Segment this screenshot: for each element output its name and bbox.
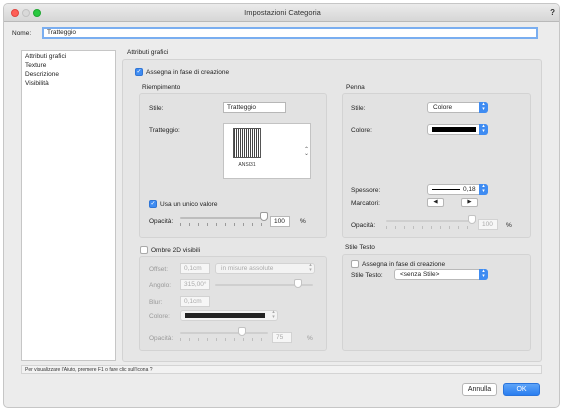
pen-color-label: Colore: bbox=[351, 127, 372, 134]
markers-label: Marcatori: bbox=[351, 200, 380, 207]
sidebar-item-texture[interactable]: Texture bbox=[25, 62, 46, 69]
text-style-assign-label: Assegna in fase di creazione bbox=[362, 261, 446, 268]
text-style-label: Stile Testo: bbox=[351, 272, 383, 279]
shadow-offset-mode-popup[interactable]: in misure assolute ▴ ▾ bbox=[215, 263, 315, 274]
shadow-blur-input[interactable]: 0,1cm bbox=[180, 296, 210, 307]
fill-opacity-label: Opacità: bbox=[149, 218, 174, 225]
shadow-angle-input[interactable]: 315,00° bbox=[180, 279, 210, 290]
hatch-preview-box[interactable]: ANSI31 ⌃ ⌄ bbox=[223, 123, 311, 179]
shadow-opacity-input[interactable]: 75 bbox=[272, 332, 292, 343]
fill-opacity-unit: % bbox=[300, 218, 306, 225]
hatch-name: ANSI31 bbox=[238, 162, 256, 168]
single-value-checkbox[interactable]: ✓ bbox=[149, 200, 157, 208]
dialog-window: Impostazioni Categoria ? Nome: Tratteggi… bbox=[3, 3, 560, 408]
penna-title: Penna bbox=[346, 84, 365, 91]
fill-opacity-input[interactable]: 100 bbox=[270, 216, 290, 227]
shadow-angle-thumb[interactable] bbox=[294, 279, 302, 288]
shadow-offset-mode-value: in misure assolute bbox=[221, 265, 274, 272]
panel-title: Attributi grafici bbox=[127, 49, 169, 56]
status-text: Per visualizzare l'Aiuto, premere F1 o f… bbox=[25, 367, 153, 373]
pen-style-value: Colore bbox=[433, 104, 453, 111]
marker-start-button[interactable]: ◀ bbox=[427, 198, 444, 207]
shadow-color-swatch bbox=[185, 313, 265, 318]
pen-style-popup[interactable]: Colore ▴ ▾ bbox=[427, 102, 488, 113]
shadow-offset-input[interactable]: 0,1cm bbox=[180, 263, 210, 274]
window-title: Impostazioni Categoria bbox=[244, 8, 321, 17]
chevron-updown-icon: ▴ ▾ bbox=[309, 262, 312, 273]
hatch-swatch-icon bbox=[233, 128, 261, 158]
shadow-opacity-ticks bbox=[180, 338, 268, 341]
text-style-value: <senza Stile> bbox=[400, 271, 440, 278]
text-style-popup[interactable]: <senza Stile> ▴ ▾ bbox=[394, 269, 488, 280]
fill-style-input[interactable]: Tratteggio bbox=[223, 102, 286, 113]
shadow-opacity-unit: % bbox=[307, 335, 313, 342]
shadow-color-popup[interactable]: ▴ ▾ bbox=[180, 310, 278, 321]
pen-color-swatch bbox=[432, 127, 476, 132]
pen-opacity-label: Opacità: bbox=[351, 222, 376, 229]
sidebar-item-descrizione[interactable]: Descrizione bbox=[25, 71, 59, 78]
pen-thickness-popup[interactable]: 0,18 ▴ ▾ bbox=[427, 184, 488, 195]
arrow-right-icon: ▶ bbox=[467, 199, 472, 205]
shadow-opacity-slider[interactable] bbox=[180, 332, 268, 334]
shadow-visible-label: Ombre 2D visibili bbox=[151, 247, 201, 254]
shadow-color-label: Colore: bbox=[149, 313, 170, 320]
marker-end-button[interactable]: ▶ bbox=[461, 198, 478, 207]
pen-opacity-thumb[interactable] bbox=[468, 215, 476, 224]
shadow-angle-label: Angolo: bbox=[149, 282, 172, 289]
chevron-updown-icon: ▴ ▾ bbox=[479, 269, 488, 280]
pen-style-label: Stile: bbox=[351, 105, 366, 112]
shadow-blur-label: Blur: bbox=[149, 299, 163, 306]
pen-color-popup[interactable]: ▴ ▾ bbox=[427, 124, 488, 135]
text-style-assign-checkbox[interactable] bbox=[351, 260, 359, 268]
pen-thickness-label: Spessore: bbox=[351, 187, 381, 194]
arrow-left-icon: ◀ bbox=[433, 199, 438, 205]
shadow-offset-label: Offset: bbox=[149, 266, 169, 273]
chevron-updown-icon: ▴ ▾ bbox=[272, 309, 275, 320]
shadow-opacity-label: Opacità: bbox=[149, 335, 174, 342]
assign-on-create-label: Assegna in fase di creazione bbox=[146, 69, 230, 76]
category-sidebar: Attributi grafici Texture Descrizione Vi… bbox=[21, 50, 116, 361]
hatch-label: Tratteggio: bbox=[149, 127, 180, 134]
help-icon[interactable]: ? bbox=[550, 8, 555, 17]
riempimento-title: Riempimento bbox=[142, 84, 181, 91]
sidebar-item-attributi-grafici[interactable]: Attributi grafici bbox=[25, 53, 66, 60]
chevron-updown-icon: ▴ ▾ bbox=[479, 184, 488, 195]
pen-opacity-slider[interactable] bbox=[386, 220, 476, 222]
chevron-updown-icon: ▴ ▾ bbox=[479, 124, 488, 135]
assign-on-create-checkbox[interactable]: ✓ bbox=[135, 68, 143, 76]
fill-opacity-slider[interactable] bbox=[180, 217, 268, 219]
line-weight-icon bbox=[432, 189, 460, 190]
sidebar-item-visibilita[interactable]: Visibilità bbox=[25, 80, 49, 87]
pen-opacity-input[interactable]: 100 bbox=[478, 219, 498, 230]
chevron-updown-icon: ▴ ▾ bbox=[479, 102, 488, 113]
hatch-stepper-icon[interactable]: ⌃ ⌄ bbox=[304, 147, 309, 157]
text-style-title: Stile Testo bbox=[345, 244, 375, 251]
pen-thickness-value: 0,18 bbox=[463, 186, 476, 193]
ok-button[interactable]: OK bbox=[503, 383, 540, 396]
fill-opacity-ticks bbox=[180, 223, 268, 226]
title-bar: Impostazioni Categoria ? bbox=[4, 4, 559, 22]
name-input[interactable]: Tratteggio bbox=[42, 27, 538, 39]
fill-opacity-thumb[interactable] bbox=[260, 212, 268, 221]
name-label: Nome: bbox=[12, 30, 32, 37]
single-value-label: Usa un unico valore bbox=[160, 201, 218, 208]
penna-group bbox=[342, 93, 531, 238]
status-bar: Per visualizzare l'Aiuto, premere F1 o f… bbox=[21, 365, 542, 374]
cancel-button[interactable]: Annulla bbox=[462, 383, 497, 396]
pen-opacity-ticks bbox=[386, 226, 476, 229]
shadow-visible-checkbox[interactable] bbox=[140, 246, 148, 254]
fill-style-label: Stile: bbox=[149, 105, 164, 112]
pen-opacity-unit: % bbox=[506, 222, 512, 229]
shadow-opacity-thumb[interactable] bbox=[238, 327, 246, 336]
